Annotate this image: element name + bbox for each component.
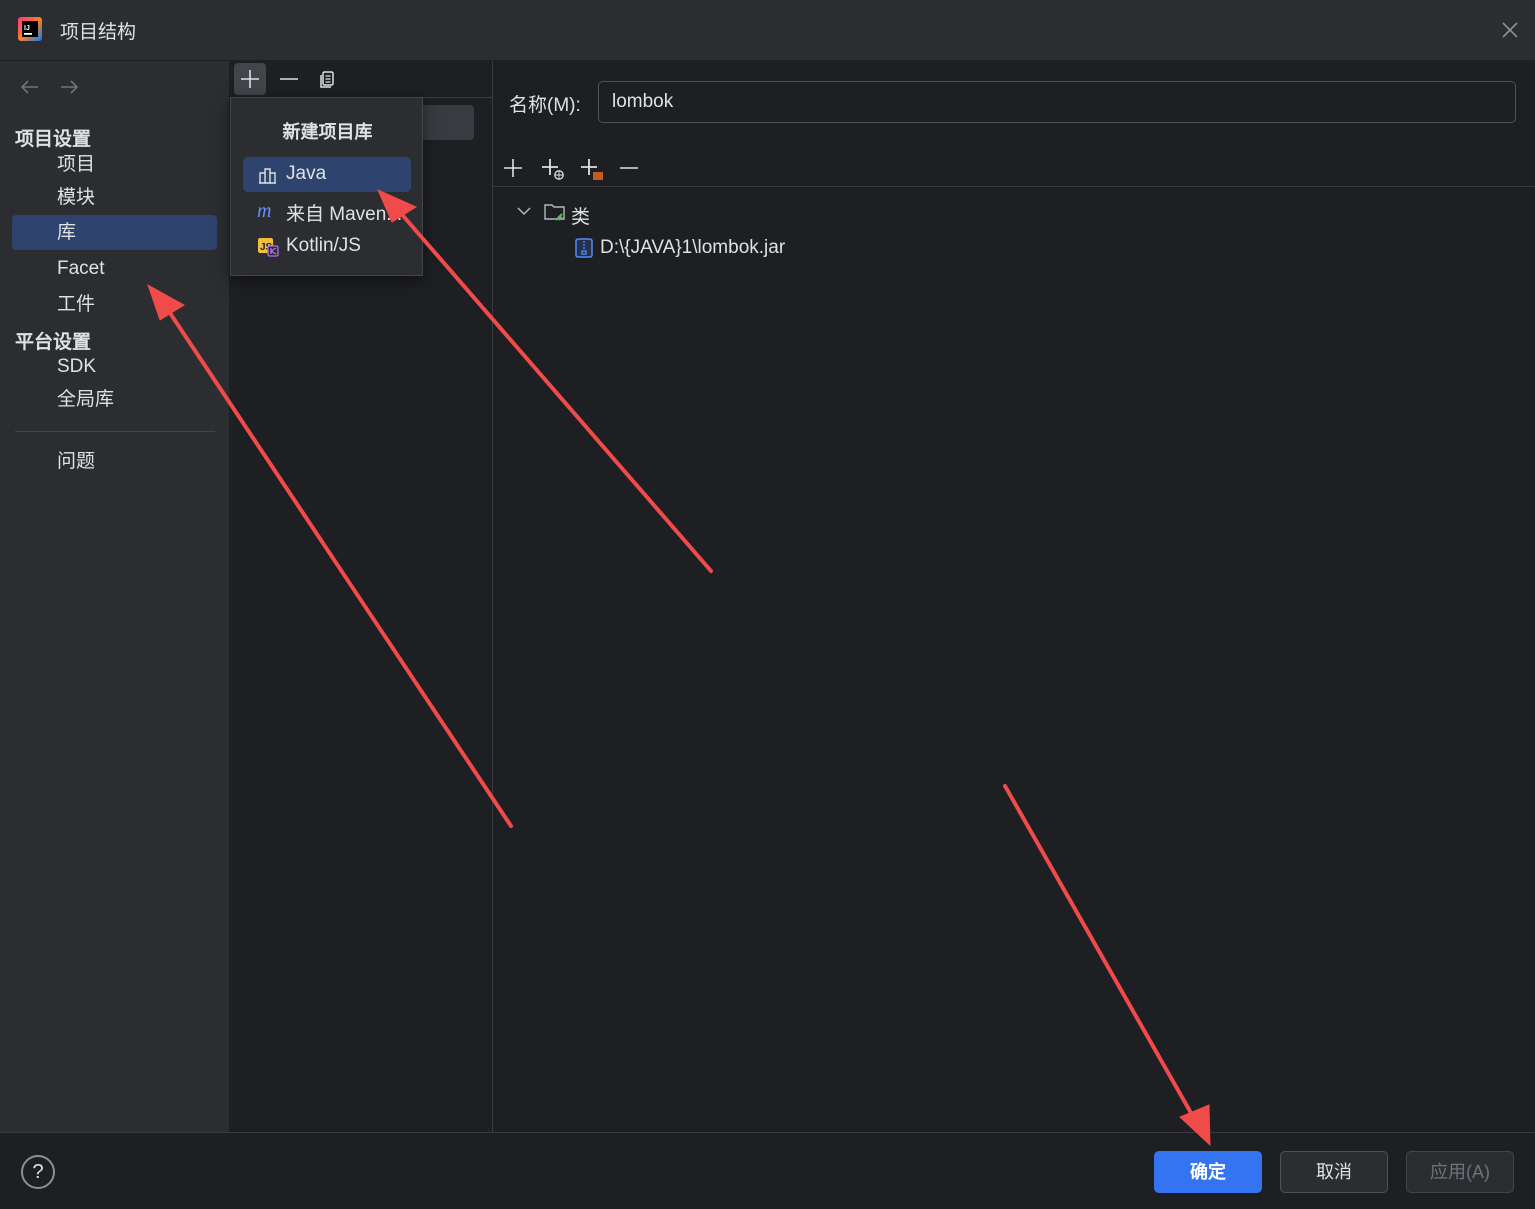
popup-item-maven[interactable]: m 来自 Maven...	[243, 193, 411, 228]
tree-node-classes[interactable]: 类	[571, 202, 590, 229]
tree-node-jar[interactable]: D:\{JAVA}1\lombok.jar	[600, 237, 785, 259]
library-icon	[259, 168, 276, 184]
cancel-button[interactable]: 取消	[1280, 1151, 1388, 1193]
add-icon[interactable]	[498, 153, 528, 183]
remove-icon[interactable]	[614, 153, 644, 183]
name-label: 名称(M):	[509, 95, 581, 116]
title-bar	[0, 0, 1535, 61]
sidebar-item-project[interactable]: 项目	[12, 147, 217, 182]
classes-folder-icon	[544, 204, 565, 221]
add-folder-icon[interactable]	[576, 153, 606, 183]
forward-arrow-icon[interactable]	[57, 75, 81, 99]
sidebar-item-facets[interactable]: Facet	[12, 251, 217, 286]
sidebar-item-artifacts[interactable]: 工件	[12, 287, 217, 322]
chevron-down-icon[interactable]	[514, 201, 534, 221]
toolbar-divider	[493, 186, 1535, 187]
intellij-logo-icon: IJ	[18, 17, 42, 41]
popup-item-java[interactable]: Java	[243, 157, 411, 192]
copy-icon[interactable]	[312, 63, 344, 95]
sidebar-item-problems[interactable]: 问题	[12, 444, 217, 479]
annotation-arrowhead	[1179, 1104, 1211, 1147]
ok-button[interactable]: 确定	[1154, 1151, 1262, 1193]
remove-library-button[interactable]	[273, 63, 305, 95]
sidebar-item-global-libraries[interactable]: 全局库	[12, 382, 217, 417]
library-name-input[interactable]	[598, 81, 1516, 123]
help-button[interactable]: ?	[21, 1155, 55, 1189]
maven-icon: m	[257, 200, 271, 222]
footer-divider	[0, 1132, 1535, 1133]
kotlin-js-icon: JS	[258, 238, 279, 257]
svg-text:m: m	[257, 200, 271, 222]
sidebar-item-sdks[interactable]: SDK	[12, 349, 217, 384]
library-list-item[interactable]	[420, 105, 474, 140]
popup-item-label: Java	[286, 163, 327, 184]
window-title: 项目结构	[60, 22, 137, 43]
annotation-arrow	[1003, 784, 1197, 1122]
sidebar-item-modules[interactable]: 模块	[12, 180, 217, 215]
back-arrow-icon[interactable]	[18, 75, 42, 99]
close-icon[interactable]	[1498, 18, 1522, 42]
sidebar-divider	[15, 431, 215, 432]
popup-item-kotlin-js[interactable]: JS Kotlin/JS	[243, 229, 411, 264]
popup-title: 新建项目库	[282, 122, 373, 142]
apply-button[interactable]: 应用(A)	[1406, 1151, 1514, 1193]
add-library-button[interactable]	[234, 63, 266, 95]
svg-text:IJ: IJ	[24, 25, 30, 32]
add-url-icon[interactable]	[537, 153, 567, 183]
jar-file-icon	[575, 238, 593, 258]
popup-item-label: 来自 Maven...	[286, 204, 403, 225]
new-library-popup: 新建项目库 Java m 来自 Maven... JS Kotlin/JS	[230, 97, 423, 276]
popup-item-label: Kotlin/JS	[286, 235, 361, 256]
sidebar-item-libraries[interactable]: 库	[12, 215, 217, 250]
